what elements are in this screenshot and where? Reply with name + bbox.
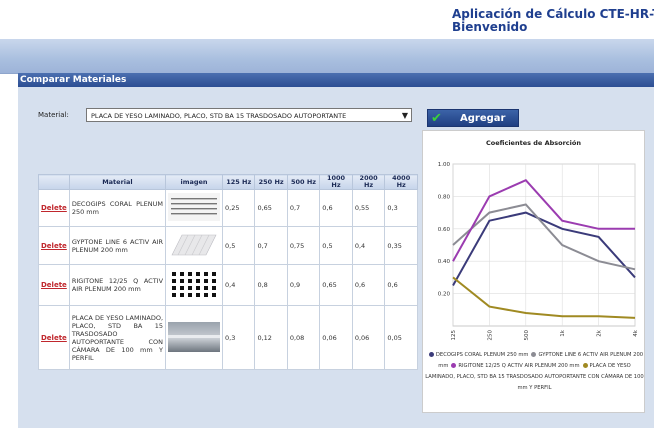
y-tick-label: 0.80 (438, 194, 451, 200)
value-cell: 0,05 (384, 305, 418, 370)
material-image (168, 193, 221, 221)
value-cell: 0,75 (286, 226, 321, 265)
y-tick-label: 0.40 (438, 259, 451, 265)
value-cell: 0,3 (222, 305, 256, 370)
top-bar (0, 39, 654, 74)
material-image (168, 321, 221, 352)
panel-header: Comparar Materiales (18, 73, 654, 87)
header-1000: 1000 Hz (319, 174, 353, 190)
material-name: PLACA DE YESO LAMINADO, PLACO, STD BA 15… (68, 305, 167, 370)
add-button-label: Agregar (460, 113, 506, 124)
delete-cell: Delete (38, 305, 70, 370)
delete-cell: Delete (38, 264, 70, 306)
header-4000: 4000 Hz (384, 174, 418, 190)
check-icon: ✔ (431, 111, 442, 126)
header-2000: 2000 Hz (351, 174, 386, 190)
table-row: Delete PLACA DE YESO LAMINADO, PLACO, ST… (38, 305, 418, 370)
material-select-value: PLACA DE YESO LAMINADO, PLACO, STD BA 15… (91, 112, 347, 120)
delete-link[interactable]: Delete (41, 242, 67, 250)
chevron-down-icon: ▼ (401, 111, 408, 120)
material-name: RIGITONE 12/25 Q ACTIV AIR PLENUM 200 mm (68, 264, 167, 306)
x-tick-label: 1k (560, 329, 566, 336)
absorption-chart: Coeficientes de Absorción 0.20 0.40 0.60 0.… (422, 130, 645, 413)
legend-entry: DECOGIPS CORAL PLENUM 250 mm (435, 352, 529, 358)
plot-area (452, 163, 636, 327)
value-cell: 0,06 (351, 305, 386, 370)
value-cell: 0,6 (384, 264, 418, 306)
delete-cell: Delete (38, 226, 70, 265)
value-cell: 0,5 (319, 226, 353, 265)
table-header-row: Material imagen 125 Hz 250 Hz 500 Hz 100… (38, 174, 418, 190)
table-row: Delete GYPTONE LINE 6 ACTIV AIR PLENUM 2… (38, 226, 418, 265)
material-select[interactable]: PLACA DE YESO LAMINADO, PLACO, STD BA 15… (86, 108, 412, 122)
header-imagen: imagen (165, 174, 224, 190)
welcome-text: Bienvenido (452, 20, 528, 34)
value-cell: 0,6 (319, 189, 353, 227)
value-cell: 0,7 (286, 189, 321, 227)
materials-table: Material imagen 125 Hz 250 Hz 500 Hz 100… (38, 174, 418, 370)
material-label: Material: (38, 111, 69, 119)
table-row: Delete DECOGIPS CORAL PLENUM 250 mm 0,25… (38, 189, 418, 227)
header-500: 500 Hz (286, 174, 321, 190)
y-tick-label: 0.60 (438, 227, 451, 233)
chart-legend: DECOGIPS CORAL PLENUM 250 mm GYPTONE LINE… (425, 350, 644, 394)
image-cell (165, 264, 224, 306)
y-tick-label: 1.00 (438, 162, 451, 168)
header-delete (38, 174, 70, 190)
header-material: Material (68, 174, 167, 190)
value-cell: 0,35 (384, 226, 418, 265)
material-name: DECOGIPS CORAL PLENUM 250 mm (68, 189, 167, 227)
delete-link[interactable]: Delete (41, 204, 67, 212)
legend-marker (582, 363, 588, 368)
delete-link[interactable]: Delete (41, 334, 67, 342)
material-image (168, 230, 221, 259)
value-cell: 0,6 (351, 264, 386, 306)
app-title: Aplicación de Cálculo CTE-HR-T Bienvenid… (452, 8, 654, 34)
legend-marker (451, 363, 457, 368)
value-cell: 0,06 (319, 305, 353, 370)
delete-link[interactable]: Delete (41, 281, 67, 289)
material-name: GYPTONE LINE 6 ACTIV AIR PLENUM 200 mm (68, 226, 167, 265)
value-cell: 0,5 (222, 226, 256, 265)
value-cell: 0,7 (254, 226, 288, 265)
legend-marker (531, 352, 537, 357)
value-cell: 0,3 (384, 189, 418, 227)
x-tick-label: 2k (597, 329, 603, 336)
header-125: 125 Hz (222, 174, 256, 190)
x-tick-label: 500 (524, 330, 530, 341)
legend-marker (428, 352, 434, 357)
image-cell (165, 226, 224, 265)
value-cell: 0,65 (319, 264, 353, 306)
image-cell (165, 189, 224, 227)
value-cell: 0,12 (254, 305, 288, 370)
x-tick-label: 4k (633, 329, 639, 336)
x-tick-label: 125 (451, 330, 457, 341)
chart-plot: 0.20 0.40 0.60 0.80 1.00 125 250 500 1k 2k 4k (438, 162, 639, 341)
value-cell: 0,9 (286, 264, 321, 306)
y-tick-label: 0.20 (438, 292, 451, 298)
material-image (168, 269, 221, 299)
image-cell (165, 305, 224, 370)
value-cell: 0,4 (351, 226, 386, 265)
add-button[interactable]: ✔ Agregar (427, 109, 519, 127)
value-cell: 0,55 (351, 189, 386, 227)
value-cell: 0,65 (254, 189, 288, 227)
table-row: Delete RIGITONE 12/25 Q ACTIV AIR PLENUM… (38, 264, 418, 306)
legend-entry: RIGITONE 12/25 Q ACTIV AIR PLENUM 200 mm (458, 363, 580, 369)
header-250: 250 Hz (254, 174, 288, 190)
value-cell: 0,8 (254, 264, 288, 306)
delete-cell: Delete (38, 189, 70, 227)
value-cell: 0,25 (222, 189, 256, 227)
x-tick-label: 250 (487, 330, 493, 341)
value-cell: 0,4 (222, 264, 256, 306)
value-cell: 0,08 (286, 305, 321, 370)
